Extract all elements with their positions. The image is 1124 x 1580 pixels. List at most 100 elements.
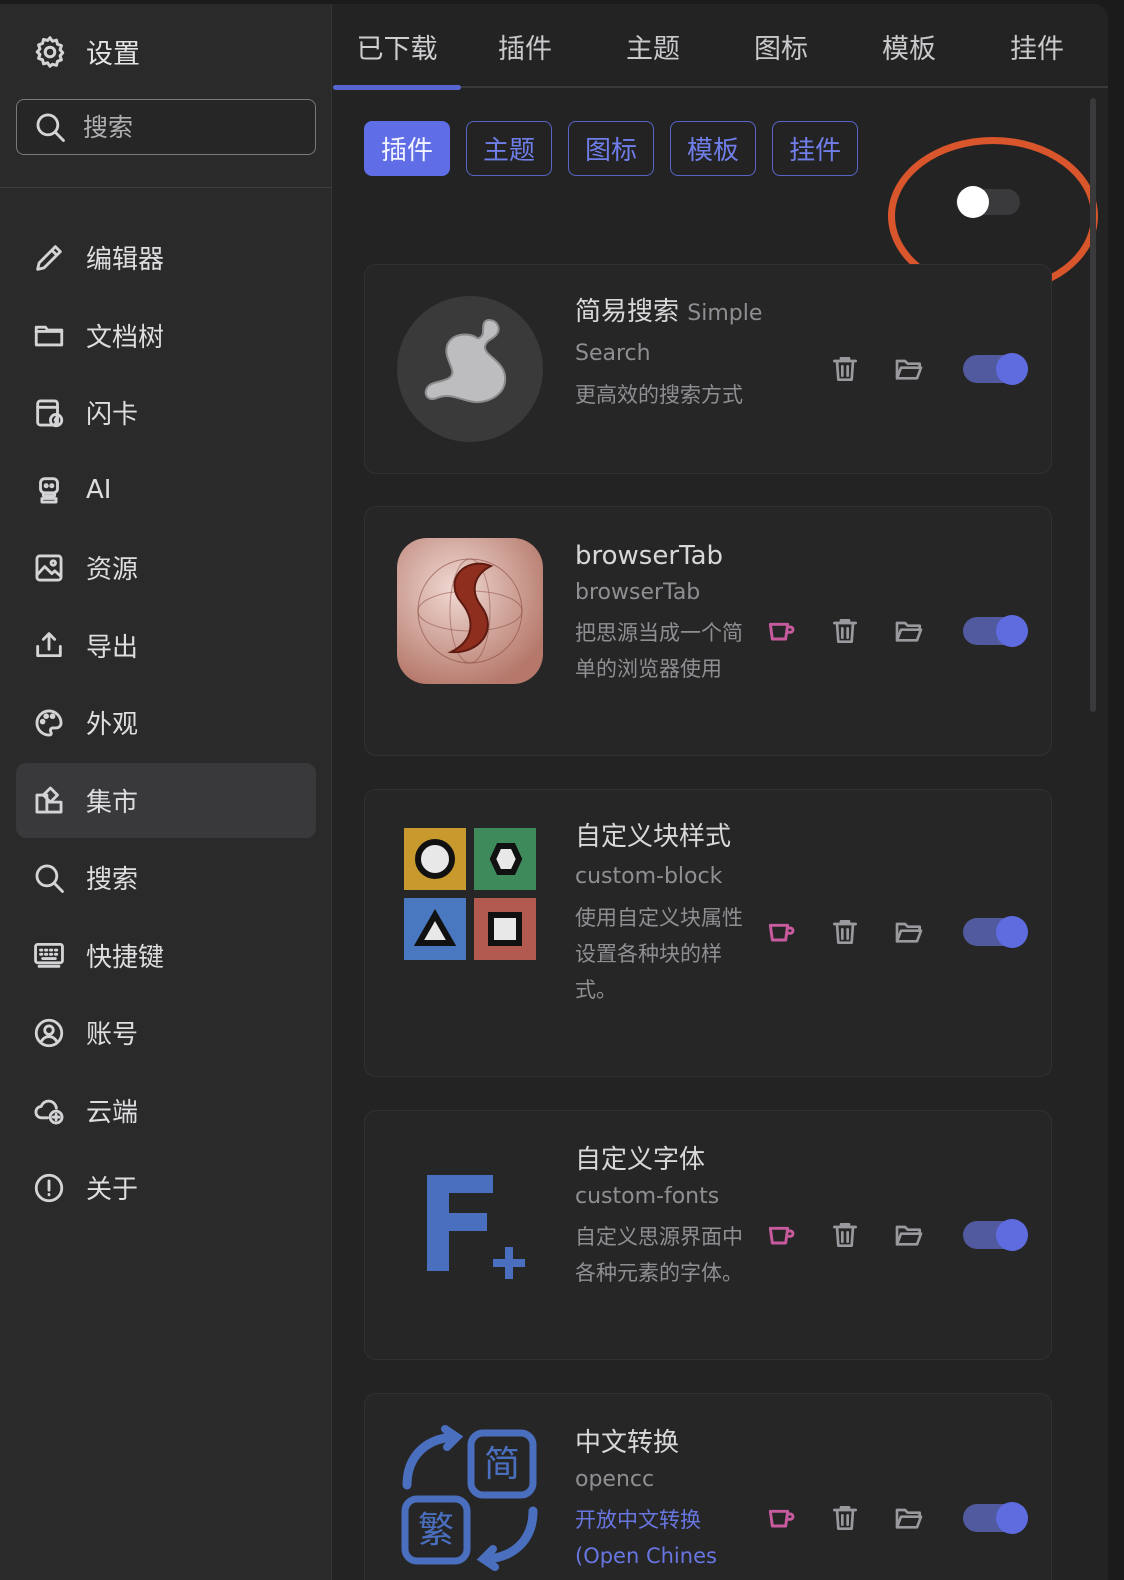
plugin-enable-toggle[interactable]	[963, 1219, 1028, 1251]
image-icon	[35, 554, 63, 581]
plugin-description-link[interactable]: 开放中文转换(Open Chines	[575, 1502, 755, 1574]
plugin-info: 中文转换 opencc 开放中文转换(Open Chines	[575, 1424, 755, 1574]
sidebar-item-cloud[interactable]: 云端	[16, 1073, 316, 1148]
sidebar-item-ai[interactable]: AI	[16, 453, 316, 528]
tab-themes[interactable]: 主题	[589, 4, 717, 88]
toggle-knob	[996, 615, 1028, 647]
sidebar-item-label: 账号	[86, 1020, 139, 1050]
filter-icons-button[interactable]: 图标	[568, 121, 655, 176]
folder-icon[interactable]	[893, 615, 925, 647]
settings-window: 设置 编辑器 文档树 闪卡	[0, 4, 1108, 1580]
folder-icon[interactable]	[893, 916, 925, 948]
type-filter-bar: 插件 主题 图标 模板 挂件	[364, 121, 874, 176]
sidebar-item-keymap[interactable]: 快捷键	[16, 918, 316, 993]
folder-icon[interactable]	[893, 1219, 925, 1251]
sidebar-item-label: 快捷键	[86, 942, 165, 973]
plugin-name: 自定义块样式 custom-block	[575, 818, 755, 896]
folder-icon	[34, 325, 64, 347]
plugin-description: 更高效的搜索方式	[575, 383, 743, 407]
sidebar-search[interactable]	[16, 99, 316, 155]
sidebar-item-assets[interactable]: 资源	[16, 530, 316, 605]
plugin-actions	[765, 1502, 957, 1534]
scrollbar[interactable]	[1090, 98, 1096, 712]
plugin-package: opencc	[575, 1467, 655, 1492]
coffee-cup-icon[interactable]	[765, 615, 797, 647]
filter-themes-button[interactable]: 主题	[466, 121, 553, 176]
custom-fonts-logo-icon	[427, 1175, 525, 1279]
sidebar-item-editor[interactable]: 编辑器	[16, 220, 316, 295]
robot-icon	[39, 477, 59, 504]
toggle-knob	[996, 353, 1028, 385]
user-circle-icon	[34, 1018, 64, 1047]
flashcard-icon	[36, 399, 64, 427]
plugin-actions	[765, 615, 957, 647]
plugin-info: 简易搜索 Simple Search 更高效的搜索方式	[575, 293, 785, 413]
sidebar-item-export[interactable]: 导出	[16, 608, 316, 683]
sidebar-item-label: 编辑器	[86, 245, 165, 275]
marketplace-panel: 已下载 插件 主题 图标 模板 挂件 插件 主题 图标 模板 挂件 简易搜索 S…	[333, 4, 1108, 1580]
plugin-package: browserTab	[575, 580, 701, 605]
plugin-enable-toggle[interactable]	[963, 916, 1028, 948]
sidebar-item-label: 闪卡	[86, 400, 139, 430]
sidebar-item-label: 外观	[86, 710, 139, 740]
plugin-enable-toggle[interactable]	[963, 615, 1028, 647]
trash-icon[interactable]	[829, 615, 861, 647]
toggle-knob	[996, 1502, 1028, 1534]
sidebar-nav: 编辑器 文档树 闪卡 AI 资源 导出 外观 集市 搜索 快捷键 账号 云端 关…	[16, 220, 316, 1228]
coffee-cup-icon[interactable]	[765, 1502, 797, 1534]
sidebar-item-label: 导出	[86, 632, 139, 663]
plugin-enable-toggle[interactable]	[963, 353, 1028, 385]
sidebar-item-appearance[interactable]: 外观	[16, 685, 316, 760]
opencc-logo-icon: 简 繁	[401, 1425, 538, 1571]
tab-icons[interactable]: 图标	[717, 4, 845, 88]
sidebar-item-filetree[interactable]: 文档树	[16, 298, 316, 373]
coffee-cup-icon[interactable]	[765, 916, 797, 948]
search-input[interactable]	[83, 112, 303, 142]
plugin-enable-toggle[interactable]	[963, 1502, 1028, 1534]
sidebar-item-flashcard[interactable]: 闪卡	[16, 375, 316, 450]
filter-widgets-button[interactable]: 挂件	[772, 121, 859, 176]
sidebar-item-account[interactable]: 账号	[16, 995, 316, 1070]
tab-downloaded[interactable]: 已下载	[333, 4, 461, 90]
plugin-card: browserTab browserTab 把思源当成一个简单的浏览器使用	[364, 506, 1052, 756]
filter-templates-button[interactable]: 模板	[670, 121, 757, 176]
marketplace-tabs: 已下载 插件 主题 图标 模板 挂件	[333, 4, 1108, 90]
folder-icon[interactable]	[893, 353, 925, 385]
plugin-info: browserTab browserTab 把思源当成一个简单的浏览器使用	[575, 537, 755, 687]
sidebar-item-label: 搜索	[86, 865, 139, 895]
trash-icon[interactable]	[829, 916, 861, 948]
svg-text:繁: 繁	[418, 1510, 454, 1551]
folder-icon[interactable]	[893, 1502, 925, 1534]
apps-icon	[35, 786, 63, 814]
tab-templates[interactable]: 模板	[845, 4, 973, 88]
browser-tab-logo-icon	[397, 538, 543, 684]
sidebar-item-label: 资源	[86, 555, 139, 585]
plugin-package: custom-fonts	[575, 1184, 720, 1209]
coffee-cup-icon[interactable]	[765, 1219, 797, 1251]
plugin-name: 自定义字体	[575, 1145, 706, 1175]
plugin-description: 自定义思源界面中各种元素的字体。	[575, 1225, 743, 1285]
sidebar-item-about[interactable]: 关于	[16, 1150, 316, 1225]
tab-plugins[interactable]: 插件	[461, 4, 589, 88]
gear-icon	[35, 35, 65, 68]
svg-text:简: 简	[484, 1444, 520, 1485]
trash-icon[interactable]	[829, 1219, 861, 1251]
upload-icon	[36, 632, 62, 658]
toggle-knob	[996, 916, 1028, 948]
sidebar-item-search[interactable]: 搜索	[16, 840, 316, 915]
plugin-name-cn: 自定义块样式	[575, 822, 732, 852]
trash-icon[interactable]	[829, 1502, 861, 1534]
sidebar-header: 设置	[0, 4, 332, 188]
plugin-name: browserTab	[575, 541, 724, 571]
plugin-info: 自定义字体 custom-fonts 自定义思源界面中各种元素的字体。	[575, 1141, 755, 1291]
plugin-description: 把思源当成一个简单的浏览器使用	[575, 621, 743, 681]
custom-block-logo-icon	[397, 821, 543, 967]
sidebar-item-label: 文档树	[86, 322, 165, 353]
filter-plugins-button[interactable]: 插件	[364, 121, 451, 176]
trash-icon[interactable]	[829, 353, 861, 385]
tab-widgets[interactable]: 挂件	[973, 4, 1101, 88]
plugin-actions	[765, 916, 957, 948]
simple-search-logo-icon	[397, 296, 543, 442]
plugin-card: 自定义字体 custom-fonts 自定义思源界面中各种元素的字体。	[364, 1110, 1052, 1360]
sidebar-item-marketplace[interactable]: 集市	[16, 762, 316, 838]
